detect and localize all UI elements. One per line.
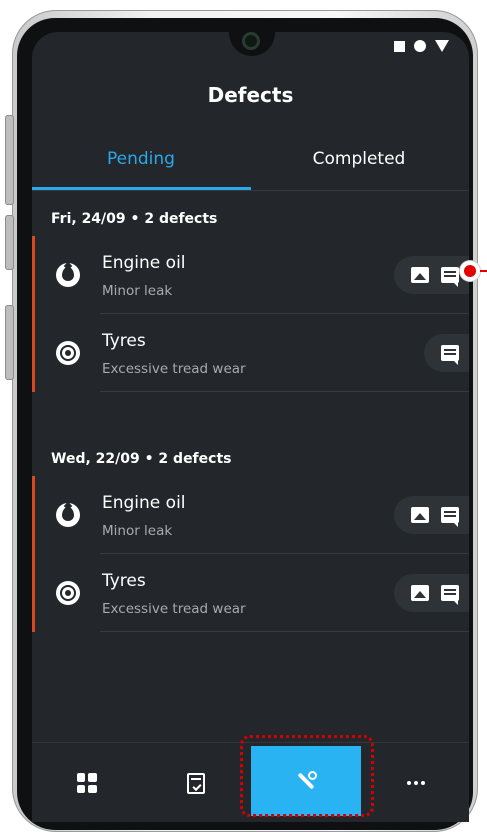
defect-accent-bar <box>32 314 35 392</box>
page-title: Defects <box>207 83 294 107</box>
checklist-icon <box>186 772 205 794</box>
defect-row[interactable]: Tyres Excessive tread wear <box>32 554 469 632</box>
comment-icon[interactable] <box>441 267 459 287</box>
back-icon <box>435 40 449 52</box>
defect-actions <box>394 256 469 294</box>
divider <box>100 631 469 632</box>
defect-accent-bar <box>32 236 35 314</box>
defect-actions <box>424 334 469 372</box>
defect-actions <box>394 574 469 612</box>
defect-actions <box>394 496 469 534</box>
image-icon[interactable] <box>411 267 429 283</box>
defect-name: Engine oil <box>102 493 186 513</box>
recent-apps-icon <box>394 40 405 52</box>
home-icon <box>414 40 426 52</box>
notch <box>229 32 275 56</box>
comment-icon[interactable] <box>441 345 459 365</box>
group-header: Fri, 24/09 • 2 defects <box>51 211 218 227</box>
comment-icon[interactable] <box>441 585 459 605</box>
camera-icon <box>242 32 260 50</box>
nav-more[interactable] <box>361 743 469 822</box>
app-screen: Defects Pending Completed Fri, 24/09 • 2… <box>32 32 469 822</box>
defect-row[interactable]: Engine oil Minor leak <box>32 236 469 314</box>
image-icon[interactable] <box>411 585 429 601</box>
tab-bar: Pending Completed <box>32 138 469 193</box>
defect-accent-bar <box>32 554 35 632</box>
status-bar <box>394 40 449 52</box>
more-dots-icon <box>406 781 425 785</box>
pointer-marker-icon <box>460 261 480 281</box>
defect-accent-bar <box>32 476 35 554</box>
tab-pending[interactable]: Pending <box>32 138 250 190</box>
dashboard-grid-icon <box>76 773 97 793</box>
phone-side-button <box>5 115 14 205</box>
phone-side-button <box>5 215 14 270</box>
defect-detail: Minor leak <box>102 283 173 299</box>
group-header: Wed, 22/09 • 2 defects <box>51 451 232 467</box>
nav-checklists[interactable] <box>141 743 250 822</box>
tab-completed[interactable]: Completed <box>250 138 468 190</box>
tyre-icon <box>56 581 80 605</box>
defect-detail: Minor leak <box>102 523 173 539</box>
comment-icon[interactable] <box>441 507 459 527</box>
phone-side-button <box>5 305 14 380</box>
pointer-marker-line <box>480 270 487 272</box>
defect-detail: Excessive tread wear <box>102 601 246 617</box>
defect-name: Tyres <box>102 331 146 351</box>
divider <box>100 391 469 392</box>
defect-row[interactable]: Engine oil Minor leak <box>32 476 469 554</box>
defect-row[interactable]: Tyres Excessive tread wear <box>32 314 469 392</box>
defect-detail: Excessive tread wear <box>102 361 246 377</box>
oil-drop-icon <box>56 263 80 287</box>
divider <box>32 190 469 191</box>
nav-dashboard[interactable] <box>32 743 141 822</box>
highlight-annotation <box>240 735 374 817</box>
defect-name: Tyres <box>102 571 146 591</box>
tyre-icon <box>56 341 80 365</box>
image-icon[interactable] <box>411 507 429 523</box>
oil-drop-icon <box>56 503 80 527</box>
defect-name: Engine oil <box>102 253 186 273</box>
